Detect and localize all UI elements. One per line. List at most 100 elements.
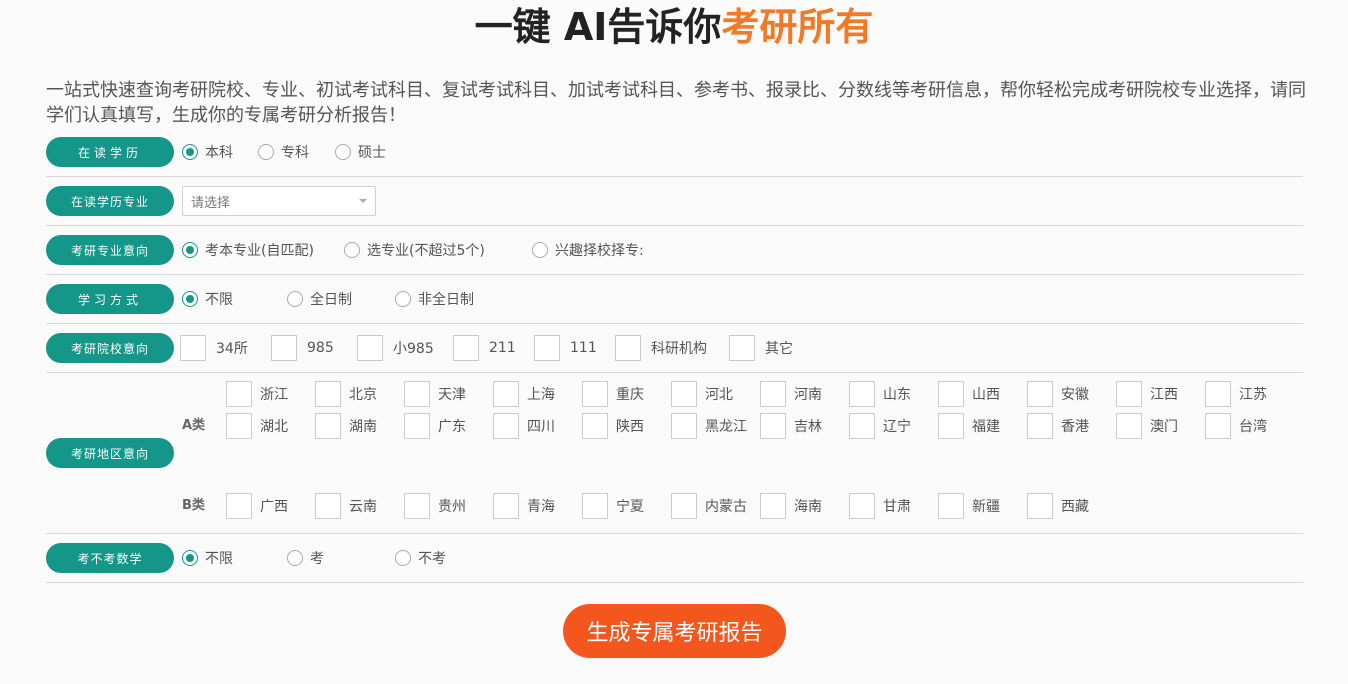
- row-major: 在读学历专业 请选择: [46, 177, 1303, 226]
- check-region-a-1[interactable]: 北京: [315, 378, 404, 410]
- check-region-a-4[interactable]: 重庆: [582, 378, 671, 410]
- radio-intent-2[interactable]: 兴趣择校择专:: [532, 240, 644, 260]
- checkbox: [582, 412, 608, 439]
- check-region-a-9[interactable]: 安徽: [1027, 378, 1116, 410]
- region-label: 河南: [794, 386, 822, 403]
- radio-study-mode-0[interactable]: 不限: [182, 289, 287, 309]
- region-label: 陕西: [616, 418, 644, 435]
- region-a-label: A类: [182, 417, 206, 433]
- checkbox: [938, 492, 964, 519]
- radio-circle: [335, 144, 351, 160]
- region-label: 香港: [1061, 418, 1089, 435]
- row-region: 考研地区意向 A类 浙江 北京 天津 上海 重庆 河北 河南 山东 山西 安徽 江西 江苏 湖北 湖南 广东…: [46, 373, 1303, 534]
- check-region-b-9[interactable]: 西藏: [1027, 490, 1116, 522]
- check-region-a-17[interactable]: 黑龙江: [671, 410, 760, 442]
- region-label: 山西: [972, 386, 1000, 403]
- chevron-down-icon: [359, 199, 367, 203]
- check-school-1[interactable]: 985: [271, 335, 357, 361]
- check-region-b-6[interactable]: 海南: [760, 490, 849, 522]
- check-region-a-2[interactable]: 天津: [404, 378, 493, 410]
- checkbox: [315, 492, 341, 519]
- check-region-b-1[interactable]: 云南: [315, 490, 404, 522]
- region-options: A类 浙江 北京 天津 上海 重庆 河北 河南 山东 山西 安徽 江西 江苏湖北 湖南 广东 四川 陕西 黑龙江…: [182, 373, 1302, 534]
- check-region-a-15[interactable]: 四川: [493, 410, 582, 442]
- region-label: 广东: [438, 418, 466, 435]
- radio-math-1[interactable]: 考: [287, 548, 395, 568]
- checkbox: [226, 380, 252, 407]
- check-region-a-0[interactable]: 浙江: [226, 378, 315, 410]
- checkbox: [938, 412, 964, 439]
- check-region-a-23[interactable]: 台湾: [1205, 410, 1294, 442]
- check-school-2[interactable]: 小985: [357, 335, 453, 361]
- radio-study-mode-2[interactable]: 非全日制: [395, 289, 474, 309]
- radio-circle: [182, 242, 198, 258]
- check-region-b-3[interactable]: 青海: [493, 490, 582, 522]
- generate-report-button[interactable]: 生成专属考研报告: [563, 604, 786, 658]
- checkbox: [534, 335, 560, 361]
- checkbox: [760, 412, 786, 439]
- check-region-a-6[interactable]: 河南: [760, 378, 849, 410]
- check-school-4[interactable]: 111: [534, 335, 615, 361]
- checkbox: [849, 492, 875, 519]
- radio-circle: [182, 144, 198, 160]
- check-region-b-7[interactable]: 甘肃: [849, 490, 938, 522]
- check-region-b-8[interactable]: 新疆: [938, 490, 1027, 522]
- checkbox: [226, 412, 252, 439]
- radio-intent-1[interactable]: 选专业(不超过5个): [344, 240, 532, 260]
- radio-circle: [532, 242, 548, 258]
- region-label: 江西: [1150, 386, 1178, 403]
- check-school-3[interactable]: 211: [453, 335, 534, 361]
- check-region-b-2[interactable]: 贵州: [404, 490, 493, 522]
- check-region-a-18[interactable]: 吉林: [760, 410, 849, 442]
- region-label: 西藏: [1061, 498, 1089, 515]
- radio-math-2[interactable]: 不考: [395, 548, 446, 568]
- check-region-a-7[interactable]: 山东: [849, 378, 938, 410]
- row-school: 考研院校意向 34所 985 小985 211 111 科研机构 其它: [46, 324, 1303, 373]
- checkbox: [315, 412, 341, 439]
- region-label: 辽宁: [883, 418, 911, 435]
- checkbox: [671, 380, 697, 407]
- check-school-5[interactable]: 科研机构: [615, 335, 729, 361]
- check-region-b-5[interactable]: 内蒙古: [671, 490, 760, 522]
- checkbox: [315, 380, 341, 407]
- check-region-a-16[interactable]: 陕西: [582, 410, 671, 442]
- region-label: 青海: [527, 498, 555, 515]
- check-region-a-19[interactable]: 辽宁: [849, 410, 938, 442]
- check-school-6[interactable]: 其它: [729, 335, 793, 361]
- check-region-a-14[interactable]: 广东: [404, 410, 493, 442]
- check-region-a-8[interactable]: 山西: [938, 378, 1027, 410]
- checkbox: [582, 380, 608, 407]
- check-region-a-10[interactable]: 江西: [1116, 378, 1205, 410]
- check-region-a-12[interactable]: 湖北: [226, 410, 315, 442]
- checkbox: [938, 380, 964, 407]
- radio-circle: [258, 144, 274, 160]
- radio-education-0[interactable]: 本科: [182, 142, 258, 162]
- radio-circle: [287, 550, 303, 566]
- check-region-a-3[interactable]: 上海: [493, 378, 582, 410]
- region-label: 北京: [349, 386, 377, 403]
- checkbox: [404, 380, 430, 407]
- check-region-a-20[interactable]: 福建: [938, 410, 1027, 442]
- checkbox: [671, 492, 697, 519]
- check-region-a-13[interactable]: 湖南: [315, 410, 404, 442]
- radio-intent-0[interactable]: 考本专业(自匹配): [182, 240, 344, 260]
- checkbox: [729, 335, 755, 361]
- radio-education-1[interactable]: 专科: [258, 142, 335, 162]
- check-region-a-21[interactable]: 香港: [1027, 410, 1116, 442]
- radio-math-0[interactable]: 不限: [182, 548, 287, 568]
- check-region-a-22[interactable]: 澳门: [1116, 410, 1205, 442]
- intro-text: 一站式快速查询考研院校、专业、初试考试科目、复试考试科目、加试考试科目、参考书、…: [46, 80, 1306, 126]
- radio-study-mode-1[interactable]: 全日制: [287, 289, 395, 309]
- check-region-a-11[interactable]: 江苏: [1205, 378, 1294, 410]
- radio-circle: [287, 291, 303, 307]
- check-region-b-0[interactable]: 广西: [226, 490, 315, 522]
- check-region-b-4[interactable]: 宁夏: [582, 490, 671, 522]
- checkbox: [849, 380, 875, 407]
- check-school-0[interactable]: 34所: [180, 335, 271, 361]
- major-select[interactable]: 请选择: [182, 186, 376, 216]
- check-region-a-5[interactable]: 河北: [671, 378, 760, 410]
- checkbox: [493, 412, 519, 439]
- region-label: 海南: [794, 498, 822, 515]
- checkbox: [615, 335, 641, 361]
- radio-education-2[interactable]: 硕士: [335, 142, 386, 162]
